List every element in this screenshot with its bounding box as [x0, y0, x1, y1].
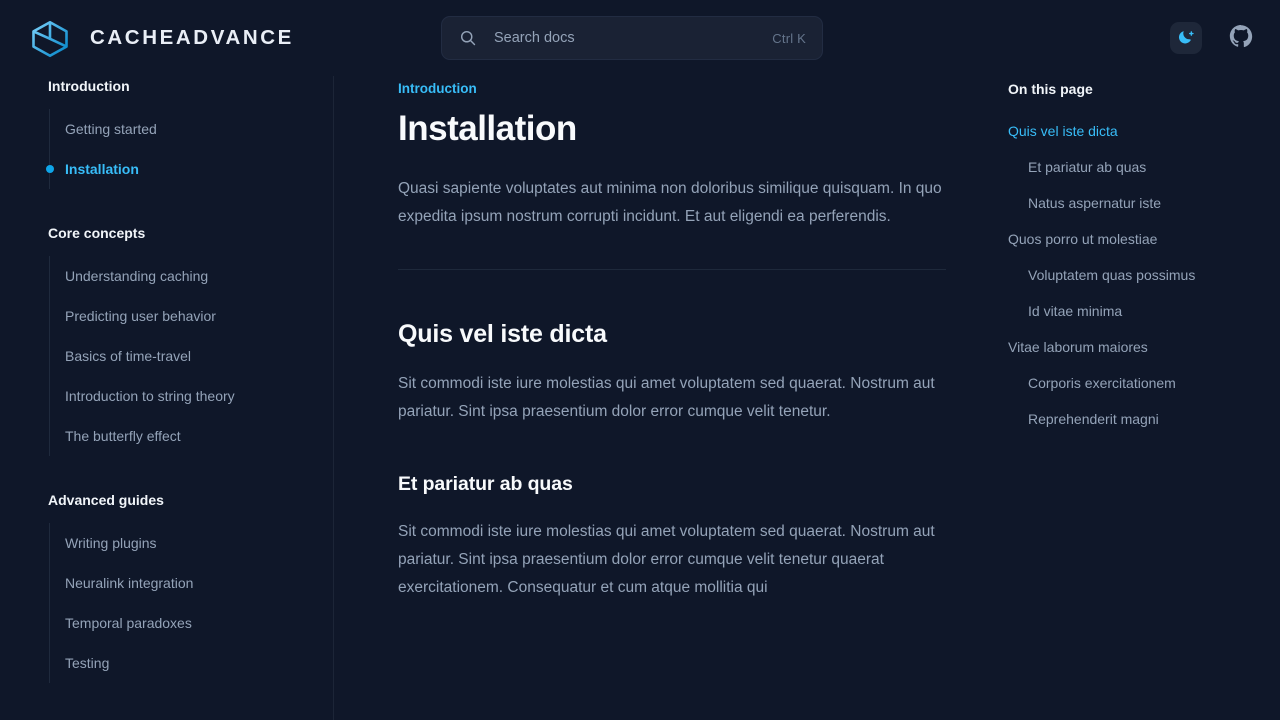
site-header: CACHEADVANCE Search docs Ctrl K — [0, 0, 1280, 76]
nav-section: Core concepts Understanding caching Predic… — [48, 223, 333, 456]
nav-section-title: Advanced guides — [48, 492, 164, 508]
nav-list: Writing plugins Neuralink integration Temp… — [49, 523, 333, 683]
page-body: Introduction Getting started Installation C… — [0, 76, 1280, 720]
toc-item-et-pariatur-ab-quas[interactable]: Et pariatur ab quas — [1008, 149, 1256, 185]
subsection-heading-et-pariatur-ab-quas: Et pariatur ab quas — [398, 473, 573, 495]
sidebar-item-getting-started[interactable]: Getting started — [50, 109, 333, 149]
brand-name: CACHEADVANCE — [90, 26, 294, 49]
toc-item-quos-porro-ut-molestiae[interactable]: Quos porro ut molestiae — [1008, 221, 1256, 257]
breadcrumb[interactable]: Introduction — [398, 79, 477, 99]
sidebar-item-the-butterfly-effect[interactable]: The butterfly effect — [50, 416, 333, 456]
sidebar-item-neuralink-integration[interactable]: Neuralink integration — [50, 563, 333, 603]
sidebar-item-temporal-paradoxes[interactable]: Temporal paradoxes — [50, 603, 333, 643]
search-icon — [459, 29, 477, 47]
page-title: Installation — [398, 109, 577, 148]
nav-list: Understanding caching Predicting user beh… — [49, 256, 333, 456]
primary-sidebar: Introduction Getting started Installation C… — [0, 76, 334, 720]
brand-home-link[interactable]: CACHEADVANCE — [28, 18, 294, 58]
sidebar-item-introduction-to-string-theory[interactable]: Introduction to string theory — [50, 376, 333, 416]
header-actions — [1170, 0, 1256, 76]
sidebar-item-installation[interactable]: Installation — [50, 149, 333, 189]
section-paragraph: Sit commodi iste iure molestias qui amet… — [398, 375, 935, 420]
sidebar-item-predicting-user-behavior[interactable]: Predicting user behavior — [50, 296, 333, 336]
toc-title: On this page — [1008, 81, 1093, 97]
toc-item-quis-vel-iste-dicta[interactable]: Quis vel iste dicta — [1008, 113, 1256, 149]
toc-item-reprehenderit-magni[interactable]: Reprehenderit magni — [1008, 401, 1256, 437]
nav-section: Introduction Getting started Installation — [48, 76, 333, 189]
nav-section: Advanced guides Writing plugins Neuralink … — [48, 490, 333, 683]
on-this-page-sidebar: On this page Quis vel iste dicta Et paria… — [1008, 76, 1256, 720]
toc-item-voluptatem-quas-possimus[interactable]: Voluptatem quas possimus — [1008, 257, 1256, 293]
search-shortcut-hint: Ctrl K — [772, 30, 806, 46]
moon-sparkle-icon — [1177, 27, 1196, 49]
nav-list: Getting started Installation — [49, 109, 333, 189]
search-placeholder: Search docs — [494, 30, 575, 46]
cube-logo-icon — [28, 18, 72, 58]
intro-paragraph: Quasi sapiente voluptates aut minima non… — [398, 180, 942, 225]
toc-item-id-vitae-minima[interactable]: Id vitae minima — [1008, 293, 1256, 329]
sidebar-item-basics-of-time-travel[interactable]: Basics of time-travel — [50, 336, 333, 376]
github-icon — [1228, 23, 1254, 54]
toc-list: Quis vel iste dicta Et pariatur ab quas Na… — [1008, 113, 1256, 437]
nav-section-title: Core concepts — [48, 225, 146, 241]
content-divider — [398, 269, 946, 270]
sidebar-item-writing-plugins[interactable]: Writing plugins — [50, 523, 333, 563]
subsection-paragraph: Sit commodi iste iure molestias qui amet… — [398, 523, 935, 596]
toc-item-corporis-exercitationem[interactable]: Corporis exercitationem — [1008, 365, 1256, 401]
nav-section-title: Introduction — [48, 78, 130, 94]
search-input[interactable]: Search docs Ctrl K — [441, 16, 823, 60]
sidebar-item-understanding-caching[interactable]: Understanding caching — [50, 256, 333, 296]
toc-item-vitae-laborum-maiores[interactable]: Vitae laborum maiores — [1008, 329, 1256, 365]
github-link[interactable] — [1226, 23, 1256, 53]
sidebar-item-testing[interactable]: Testing — [50, 643, 333, 683]
toc-item-natus-aspernatur-iste[interactable]: Natus aspernatur iste — [1008, 185, 1256, 221]
main-content: Introduction Installation Quasi sapiente… — [398, 76, 946, 720]
section-heading-quis-vel-iste-dicta: Quis vel iste dicta — [398, 320, 607, 348]
theme-toggle-button[interactable] — [1170, 22, 1202, 54]
